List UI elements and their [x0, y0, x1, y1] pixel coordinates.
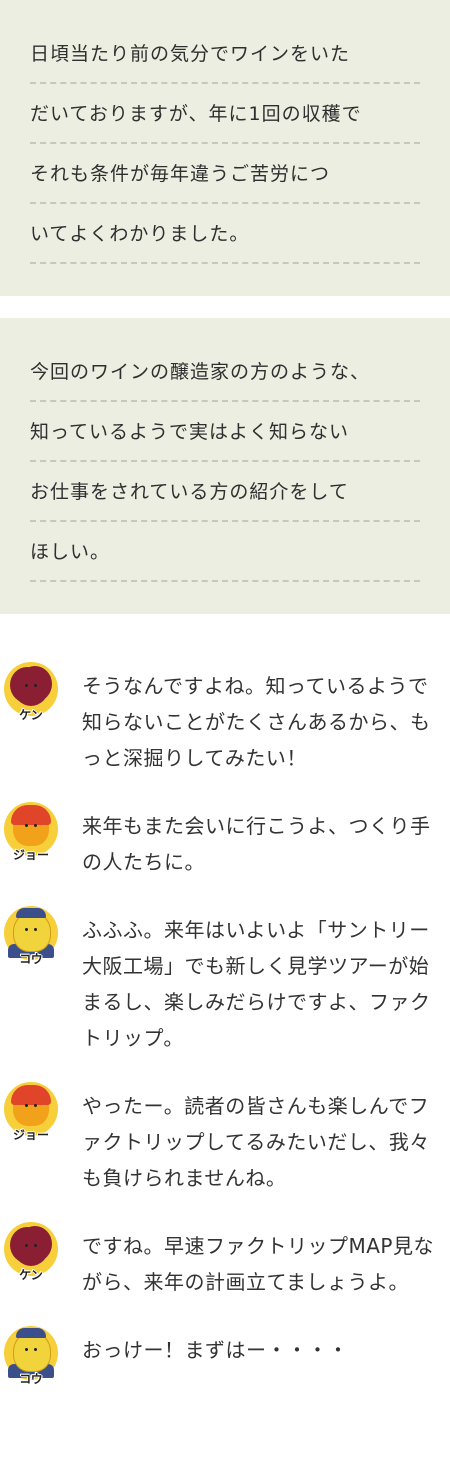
comment-line: だいておりますが、年に1回の収穫で — [30, 84, 420, 144]
chat-message: コウ おっけー！まずはー・・・・ — [0, 1322, 450, 1394]
ken-avatar-icon: ケン — [0, 658, 64, 730]
card-gap — [0, 296, 450, 318]
chat-text: ですね。早速ファクトリップMAP見ながら、来年の計画立てましょうよ。 — [82, 1234, 434, 1294]
chat-thread: ケン そうなんですよね。知っているようで知らないことがたくさんあるから、もっと深… — [0, 614, 450, 1394]
comment-line: 今回のワインの醸造家の方のような、 — [30, 342, 420, 402]
chat-text: そうなんですよね。知っているようで知らないことがたくさんあるから、もっと深掘りし… — [82, 674, 431, 770]
ko-avatar-icon: コウ — [0, 1322, 64, 1394]
comment-card-2: 今回のワインの醸造家の方のような、 知っているようで実はよく知らない お仕事をさ… — [0, 318, 450, 614]
speaker-label: コウ — [19, 1372, 43, 1386]
comment-line: 知っているようで実はよく知らない — [30, 402, 420, 462]
chat-text: 来年もまた会いに行こうよ、つくり手の人たちに。 — [82, 814, 431, 874]
speaker-label: ケン — [19, 1268, 43, 1282]
chat-message: ケン ですね。早速ファクトリップMAP見ながら、来年の計画立てましょうよ。 — [0, 1218, 450, 1300]
chat-text: やったー。読者の皆さんも楽しんでファクトリップしてるみたいだし、我々も負けられま… — [82, 1094, 430, 1190]
chat-message: ジョー 来年もまた会いに行こうよ、つくり手の人たちに。 — [0, 798, 450, 880]
speaker-label: ジョー — [12, 1128, 49, 1142]
ken-avatar-icon: ケン — [0, 1218, 64, 1290]
speaker-label: ケン — [19, 708, 43, 722]
ko-avatar-icon: コウ — [0, 902, 64, 974]
comment-line: いてよくわかりました。 — [30, 204, 420, 264]
jo-avatar-icon: ジョー — [0, 798, 64, 870]
chat-text: ふふふ。来年はいよいよ「サントリー大阪工場」でも新しく見学ツアーが始まるし、楽し… — [82, 918, 431, 1050]
chat-message: コウ ふふふ。来年はいよいよ「サントリー大阪工場」でも新しく見学ツアーが始まるし… — [0, 902, 450, 1056]
comment-card-1: 日頃当たり前の気分でワインをいた だいておりますが、年に1回の収穫で それも条件… — [0, 0, 450, 296]
speaker-label: ジョー — [12, 848, 49, 862]
chat-message: ケン そうなんですよね。知っているようで知らないことがたくさんあるから、もっと深… — [0, 658, 450, 776]
chat-message: ジョー やったー。読者の皆さんも楽しんでファクトリップしてるみたいだし、我々も負… — [0, 1078, 450, 1196]
comment-line: お仕事をされている方の紹介をして — [30, 462, 420, 522]
comment-line: それも条件が毎年違うご苦労につ — [30, 144, 420, 204]
comment-line: ほしい。 — [30, 522, 420, 582]
speaker-label: コウ — [19, 952, 43, 966]
comment-line: 日頃当たり前の気分でワインをいた — [30, 24, 420, 84]
jo-avatar-icon: ジョー — [0, 1078, 64, 1150]
chat-text: おっけー！まずはー・・・・ — [82, 1338, 349, 1362]
